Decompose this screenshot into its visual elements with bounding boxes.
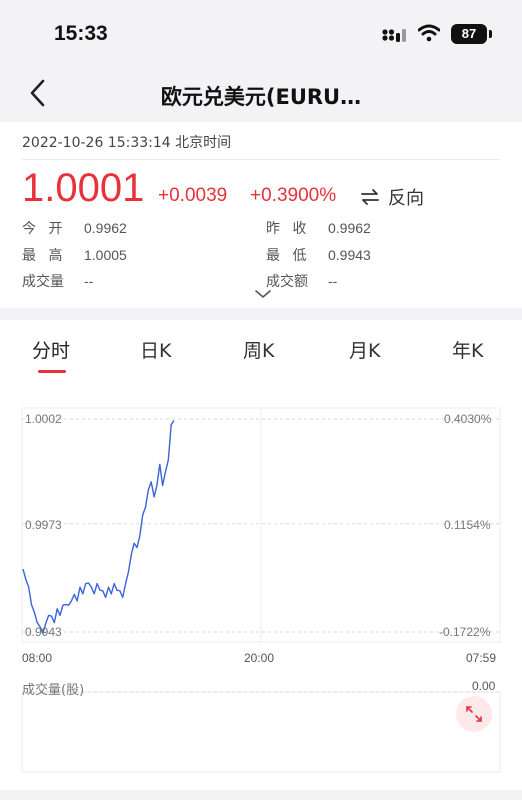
turnover-row: 成交额 -- bbox=[266, 271, 337, 291]
y2-tick-label: 0.4030% bbox=[444, 412, 492, 426]
y-tick-label: 0.9973 bbox=[25, 518, 62, 532]
bottom-strip bbox=[0, 790, 522, 800]
chevron-down-icon[interactable] bbox=[254, 288, 272, 300]
turnover-value: -- bbox=[328, 273, 338, 289]
chart-panel: 分时 日K 周K 月K 年K 1.0002 0.9973 0.9943 0.40… bbox=[0, 320, 522, 790]
volume-chart-label: 成交量(股) bbox=[22, 683, 85, 698]
quote-timestamp: 2022-10-26 15:33:14 北京时间 bbox=[22, 135, 232, 151]
prev-close-row: 昨 收 0.9962 bbox=[266, 218, 371, 238]
reverse-button[interactable]: 反向 bbox=[360, 184, 424, 210]
high-row: 最 高 1.0005 bbox=[22, 245, 127, 265]
y-tick-label: 1.0002 bbox=[25, 412, 62, 426]
prev-close-value: 0.9962 bbox=[328, 220, 371, 236]
page-title: 欧元兑美元(EURU… bbox=[160, 85, 362, 109]
prev-close-label: 昨 收 bbox=[266, 221, 311, 237]
x-tick-label: 08:00 bbox=[22, 651, 53, 665]
low-row: 最 低 0.9943 bbox=[266, 245, 371, 265]
price-change: +0.0039 bbox=[158, 185, 228, 206]
open-value: 0.9962 bbox=[84, 220, 127, 236]
status-bar: 15:33 87 bbox=[0, 0, 522, 66]
open-row: 今 开 0.9962 bbox=[22, 218, 127, 238]
volume-value: -- bbox=[84, 273, 94, 289]
x-tick-label: 07:59 bbox=[466, 651, 497, 665]
low-label: 最 低 bbox=[266, 248, 311, 264]
high-value: 1.0005 bbox=[84, 247, 127, 263]
volume-chart-value: 0.00 bbox=[472, 679, 496, 693]
quote-panel: 2022-10-26 15:33:14 北京时间 1.0001 +0.0039 … bbox=[0, 122, 522, 308]
open-label: 今 开 bbox=[22, 221, 67, 237]
wifi-icon bbox=[418, 24, 440, 42]
low-value: 0.9943 bbox=[328, 247, 371, 263]
battery-tip bbox=[489, 30, 492, 38]
high-label: 最 高 bbox=[22, 248, 67, 264]
status-time: 15:33 bbox=[54, 22, 108, 45]
y-tick-label: 0.9943 bbox=[25, 625, 62, 639]
turnover-label: 成交额 bbox=[266, 274, 308, 290]
last-price: 1.0001 bbox=[22, 166, 145, 210]
reverse-label: 反向 bbox=[388, 188, 424, 209]
swap-arrows-icon bbox=[361, 189, 379, 205]
price-change-percent: +0.3900% bbox=[250, 185, 337, 206]
fullscreen-icon bbox=[466, 706, 482, 722]
volume-chart-frame bbox=[21, 691, 501, 773]
volume-row: 成交量 -- bbox=[22, 271, 93, 291]
volume-label: 成交量 bbox=[22, 274, 64, 290]
signal-icon bbox=[382, 29, 406, 42]
fullscreen-button[interactable] bbox=[456, 696, 492, 732]
price-chart[interactable] bbox=[0, 320, 522, 790]
y2-tick-label: 0.1154% bbox=[444, 518, 491, 532]
y2-tick-label: -0.1722% bbox=[439, 625, 491, 639]
battery-icon: 87 bbox=[451, 24, 487, 44]
x-tick-label: 20:00 bbox=[244, 651, 275, 665]
nav-bar: 欧元兑美元(EURU… bbox=[0, 66, 522, 122]
divider bbox=[22, 159, 500, 160]
